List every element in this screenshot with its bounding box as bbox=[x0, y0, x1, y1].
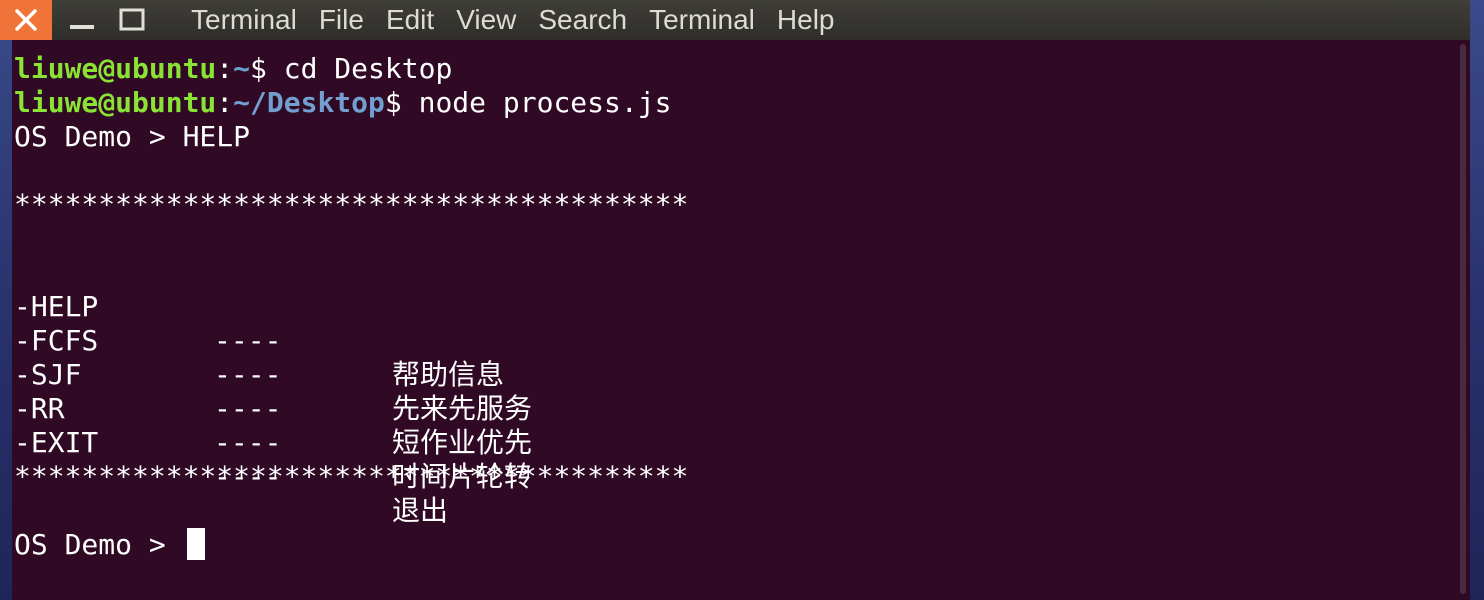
help-separator: ---- bbox=[214, 426, 282, 459]
help-row: -SJF ---- 短作业优先 bbox=[14, 324, 714, 459]
prompt-user: liuwe@ubuntu bbox=[14, 86, 217, 119]
prompt-path: ~ bbox=[233, 52, 251, 85]
menu-view[interactable]: View bbox=[445, 0, 527, 40]
menu-terminal[interactable]: Terminal bbox=[638, 0, 766, 40]
terminal-output[interactable]: liuwe@ubuntu:~$ cd Desktop liuwe@ubuntu:… bbox=[12, 40, 1470, 600]
separator-bottom: **************************************** bbox=[14, 460, 689, 493]
menu-bar: Terminal File Edit View Search Terminal … bbox=[180, 0, 846, 40]
command-text: node process.js bbox=[418, 86, 672, 119]
terminal-line-2: liuwe@ubuntu:~/Desktop$ node process.js bbox=[14, 86, 671, 120]
terminal-input-line[interactable]: OS Demo > bbox=[14, 528, 205, 562]
command-text: cd Desktop bbox=[283, 52, 453, 85]
help-description: 短作业优先 bbox=[392, 426, 533, 459]
scrollbar-thumb[interactable] bbox=[1460, 44, 1466, 594]
terminal-line-3: OS Demo > HELP bbox=[14, 120, 251, 153]
help-command: -EXIT bbox=[14, 426, 99, 459]
terminal-window: Terminal File Edit View Search Terminal … bbox=[0, 0, 1470, 600]
maximize-icon bbox=[119, 8, 145, 31]
menu-help[interactable]: Help bbox=[766, 0, 846, 40]
minimize-icon bbox=[70, 25, 94, 29]
prompt-user: liuwe@ubuntu bbox=[14, 52, 217, 85]
prompt-colon: : bbox=[216, 52, 234, 85]
menu-edit[interactable]: Edit bbox=[375, 0, 445, 40]
help-row: -EXIT ---- 退出 bbox=[14, 392, 714, 527]
menu-search[interactable]: Search bbox=[527, 0, 638, 40]
scrollbar[interactable] bbox=[1456, 40, 1470, 600]
menu-terminal-app[interactable]: Terminal bbox=[180, 0, 308, 40]
help-description: 退出 bbox=[392, 494, 449, 527]
help-row: -FCFS ---- 先来先服务 bbox=[14, 290, 714, 425]
close-button[interactable] bbox=[0, 0, 52, 40]
help-row: -RR ---- 时间片轮转 bbox=[14, 358, 714, 493]
prompt-symbol: $ bbox=[250, 52, 284, 85]
prompt-path: ~/Desktop bbox=[233, 86, 385, 119]
prompt-symbol: $ bbox=[384, 86, 419, 119]
text-cursor bbox=[186, 528, 205, 560]
minimize-button[interactable] bbox=[60, 0, 104, 40]
title-bar: Terminal File Edit View Search Terminal … bbox=[0, 0, 1470, 40]
prompt-colon: : bbox=[216, 86, 234, 119]
help-row: -HELP ---- 帮助信息 bbox=[14, 256, 714, 391]
terminal-line-1: liuwe@ubuntu:~$ cd Desktop bbox=[14, 52, 452, 86]
close-icon bbox=[15, 9, 37, 31]
maximize-button[interactable] bbox=[110, 0, 154, 40]
separator-top: **************************************** bbox=[14, 188, 689, 221]
input-prompt: OS Demo > bbox=[14, 528, 183, 561]
menu-file[interactable]: File bbox=[308, 0, 375, 40]
